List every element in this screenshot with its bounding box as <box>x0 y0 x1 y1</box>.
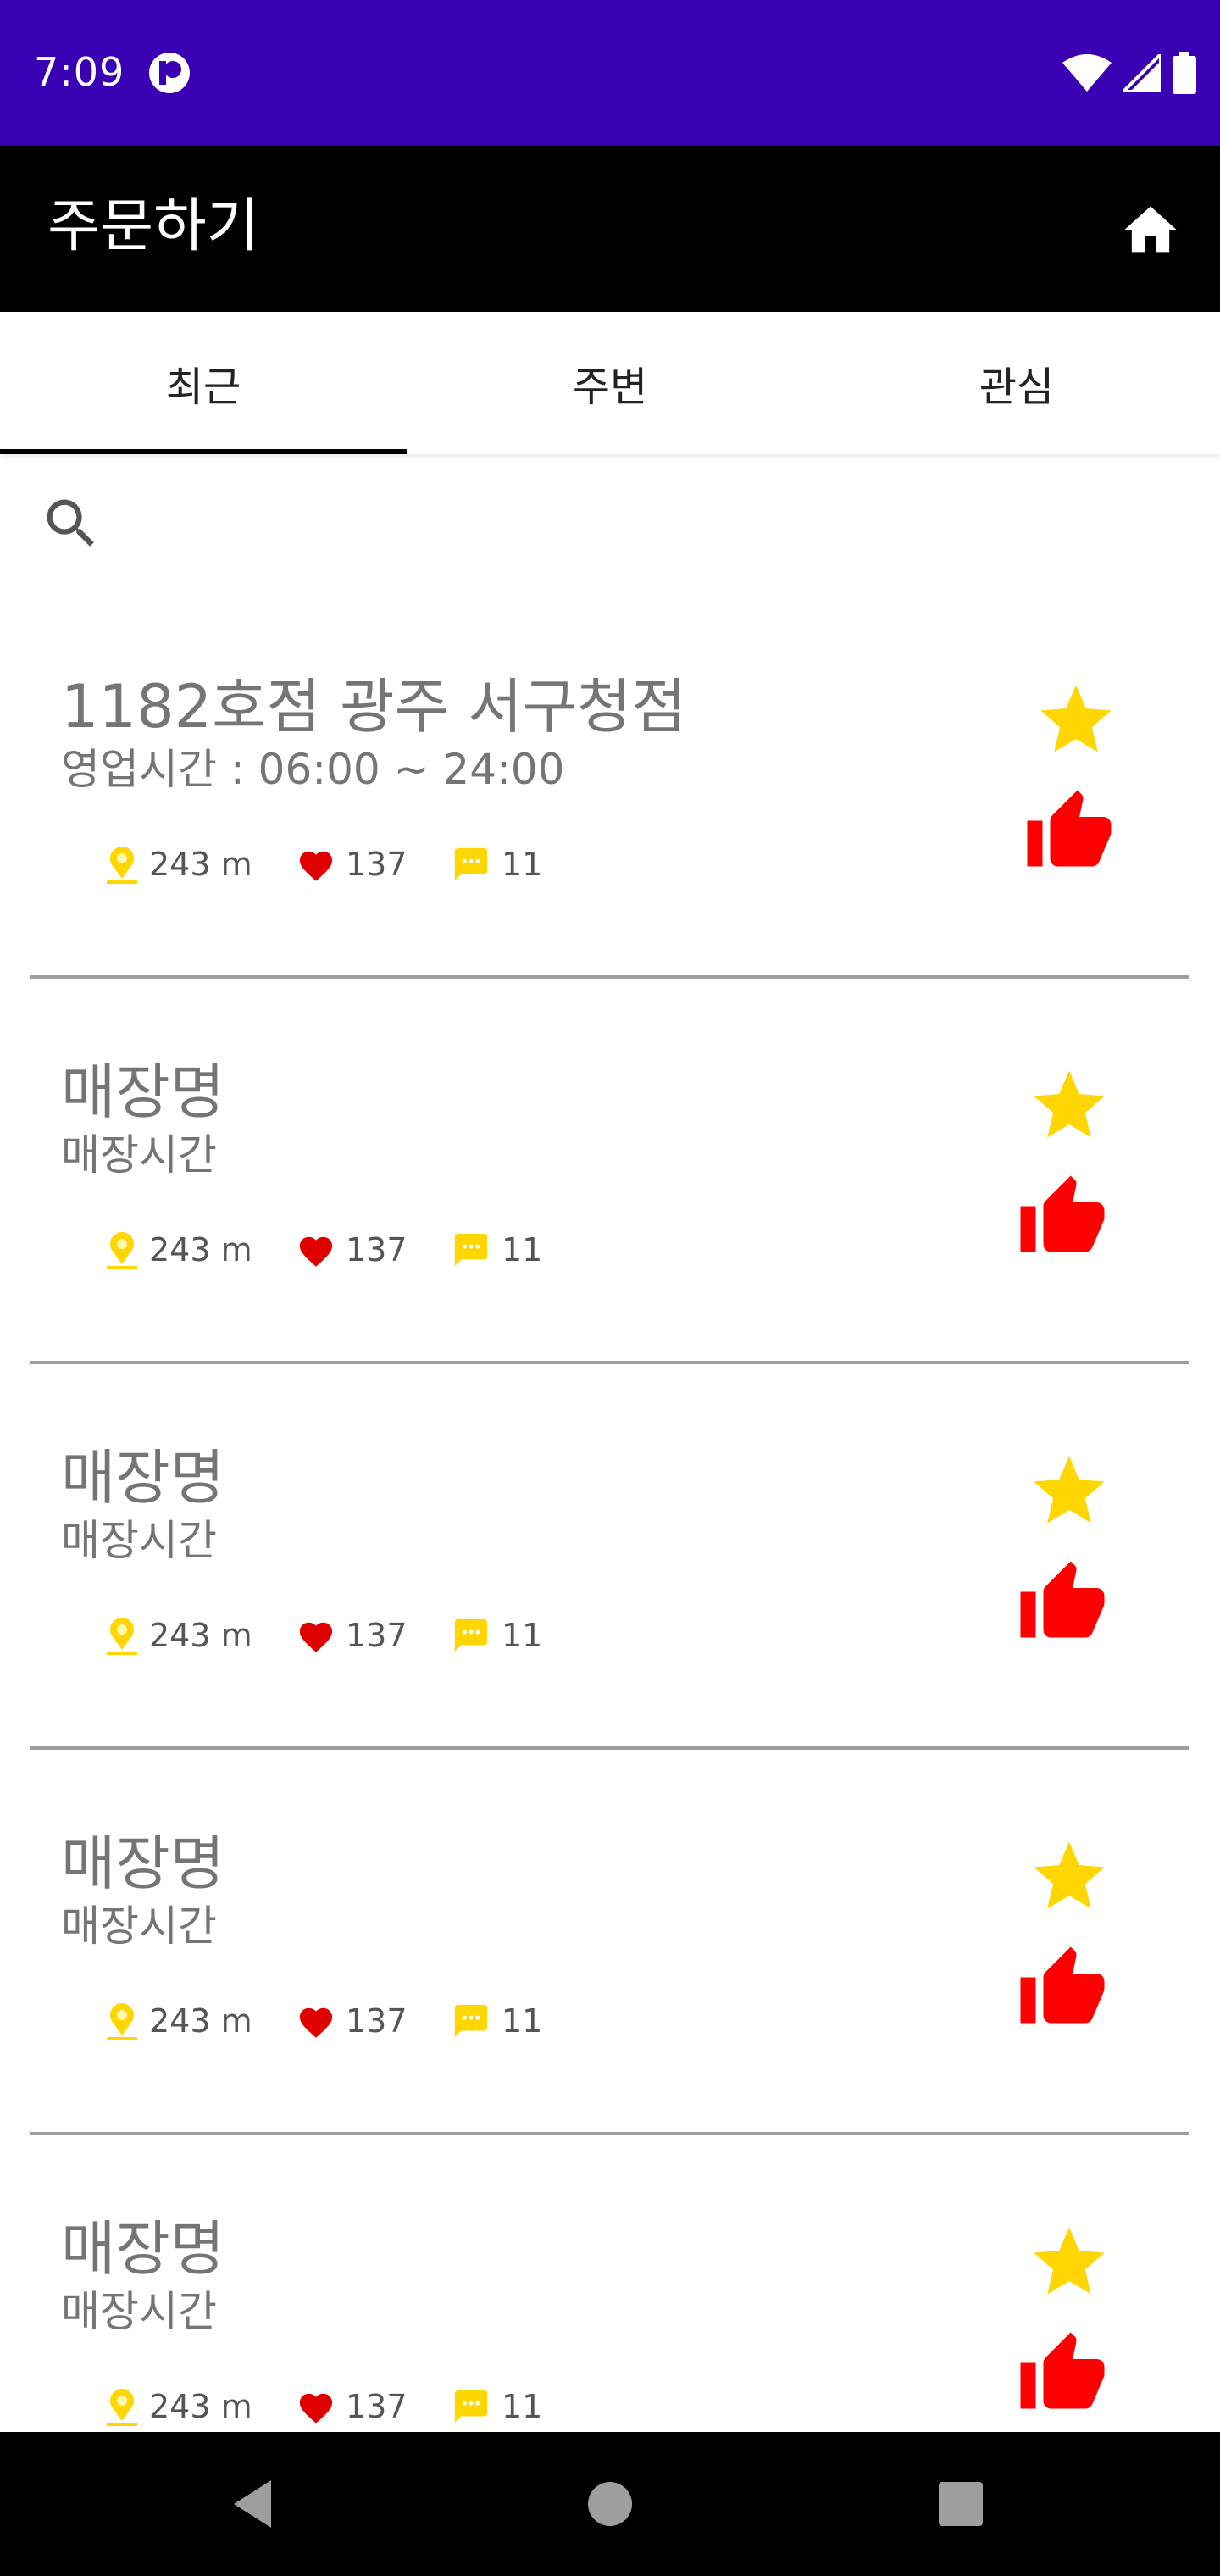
distance-value: 243 m <box>149 2388 252 2425</box>
home-circle-icon[interactable] <box>578 2472 642 2536</box>
home-icon[interactable] <box>1118 198 1183 263</box>
distance-info: 243 m <box>105 1996 252 2046</box>
heart-icon <box>299 2007 333 2038</box>
likes-count: 137 <box>346 846 408 883</box>
star-icon[interactable] <box>1027 1449 1112 1534</box>
store-name: 매장명 <box>61 1058 225 1127</box>
store-name: 매장명 <box>61 1829 225 1898</box>
search-input[interactable] <box>119 488 1173 561</box>
distance-info: 243 m <box>105 1610 252 1661</box>
store-item[interactable]: 매장명 매장시간 243 m 137 11 <box>0 2135 1220 2432</box>
comments-count: 11 <box>502 1617 543 1654</box>
store-list: 1182호점 광주 서구청점 영업시간 : 06:00 ~ 24:00 243 … <box>0 593 1220 2432</box>
store-hours: 매장시간 <box>61 1130 217 1180</box>
cellular-signal-icon <box>1123 54 1161 92</box>
store-name: 매장명 <box>61 2214 225 2284</box>
system-nav-bar <box>0 2432 1220 2576</box>
comments-count: 11 <box>502 1231 543 1269</box>
store-item[interactable]: 매장명 매장시간 243 m 137 11 <box>0 1750 1220 2135</box>
distance-value: 243 m <box>149 1231 252 1269</box>
distance-value: 243 m <box>149 846 252 883</box>
star-icon[interactable] <box>1027 1835 1112 1919</box>
likes-info: 137 <box>297 2381 408 2432</box>
distance-value: 243 m <box>149 1617 252 1654</box>
comment-icon <box>454 847 488 881</box>
distance-info: 243 m <box>105 839 252 890</box>
comments-count: 11 <box>502 846 543 883</box>
star-icon[interactable] <box>1027 2220 1112 2305</box>
likes-count: 137 <box>346 2388 408 2425</box>
comment-icon <box>454 2004 488 2038</box>
battery-icon <box>1173 52 1196 94</box>
star-icon[interactable] <box>1027 1063 1112 1148</box>
p-circle-icon <box>149 53 190 93</box>
comments-info: 11 <box>451 1610 542 1661</box>
thumbs-up-icon[interactable] <box>1017 1172 1108 1263</box>
likes-info: 137 <box>297 839 408 890</box>
likes-count: 137 <box>346 1617 408 1654</box>
status-bar: 7:09 <box>0 0 1220 146</box>
thumbs-up-icon[interactable] <box>1023 786 1115 878</box>
comments-info: 11 <box>451 2381 542 2432</box>
tab-bar: 최근 주변 관심 <box>0 312 1220 454</box>
thumbs-up-icon[interactable] <box>1017 2329 1108 2420</box>
comments-count: 11 <box>502 2002 543 2040</box>
tab-label: 관심 <box>979 364 1055 411</box>
heart-icon <box>299 1236 333 1267</box>
store-hours: 영업시간 : 06:00 ~ 24:00 <box>61 745 565 794</box>
comments-info: 11 <box>451 839 542 890</box>
location-pin-icon <box>107 1618 137 1655</box>
distance-info: 243 m <box>105 1224 252 1275</box>
store-hours: 매장시간 <box>61 1901 217 1951</box>
distance-value: 243 m <box>149 2002 252 2040</box>
comment-icon <box>454 1618 488 1652</box>
tab-nearby[interactable]: 주변 <box>407 312 813 454</box>
likes-count: 137 <box>346 1231 408 1269</box>
comments-info: 11 <box>451 1224 542 1275</box>
app-bar: 주문하기 <box>0 146 1220 312</box>
recents-icon[interactable] <box>929 2472 993 2536</box>
heart-icon <box>299 2393 333 2423</box>
location-pin-icon <box>107 2003 137 2040</box>
store-name: 1182호점 광주 서구청점 <box>61 672 686 741</box>
tab-favorites[interactable]: 관심 <box>813 312 1220 454</box>
back-icon[interactable] <box>222 2472 286 2536</box>
store-item[interactable]: 1182호점 광주 서구청점 영업시간 : 06:00 ~ 24:00 243 … <box>0 593 1220 979</box>
heart-icon <box>299 851 333 881</box>
location-pin-icon <box>107 847 137 884</box>
store-hours: 매장시간 <box>61 1516 217 1565</box>
distance-info: 243 m <box>105 2381 252 2432</box>
comment-icon <box>454 1233 488 1267</box>
comments-count: 11 <box>502 2388 543 2425</box>
location-pin-icon <box>107 2389 137 2426</box>
likes-info: 137 <box>297 1610 408 1661</box>
location-pin-icon <box>107 1232 137 1269</box>
search-icon[interactable] <box>39 491 103 556</box>
thumbs-up-icon[interactable] <box>1017 1943 1108 2035</box>
store-item[interactable]: 매장명 매장시간 243 m 137 11 <box>0 1364 1220 1750</box>
heart-icon <box>299 1622 333 1652</box>
likes-count: 137 <box>346 2002 408 2040</box>
tab-recent[interactable]: 최근 <box>0 312 407 454</box>
status-icons <box>1062 51 1196 95</box>
wifi-icon <box>1062 54 1112 92</box>
store-hours: 매장시간 <box>61 2287 217 2336</box>
tab-label: 최근 <box>165 364 241 411</box>
tab-label: 주변 <box>572 364 648 411</box>
comment-icon <box>454 2390 488 2423</box>
search-bar <box>0 454 1220 593</box>
thumbs-up-icon[interactable] <box>1017 1557 1108 1649</box>
comments-info: 11 <box>451 1996 542 2046</box>
status-time: 7:09 <box>34 49 125 95</box>
page-title: 주문하기 <box>47 193 260 260</box>
store-item[interactable]: 매장명 매장시간 243 m 137 11 <box>0 979 1220 1364</box>
star-icon[interactable] <box>1034 678 1118 763</box>
likes-info: 137 <box>297 1224 408 1275</box>
store-name: 매장명 <box>61 1443 225 1513</box>
likes-info: 137 <box>297 1996 408 2046</box>
